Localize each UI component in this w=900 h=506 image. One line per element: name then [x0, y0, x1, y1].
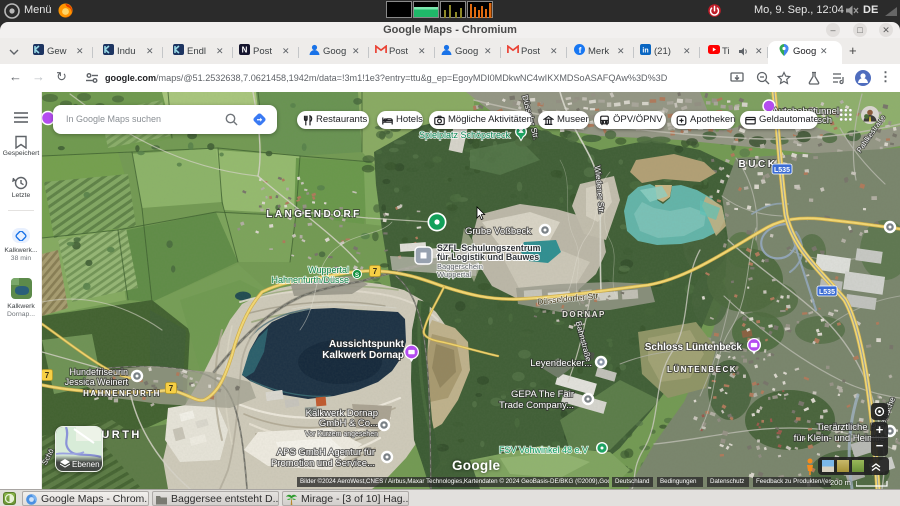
svg-text:Wuppertal: Wuppertal — [437, 270, 471, 279]
svg-text:Trade Company...: Trade Company... — [499, 400, 574, 411]
svg-text:7: 7 — [373, 267, 378, 276]
svg-text:DORNAP: DORNAP — [562, 310, 606, 319]
svg-text:Kalkwerk Dornap: Kalkwerk Dornap — [322, 350, 404, 361]
svg-text:7: 7 — [45, 371, 50, 380]
svg-text:Vor Kurzem angesehen: Vor Kurzem angesehen — [305, 431, 378, 438]
svg-text:7: 7 — [169, 384, 174, 393]
svg-text:GEPA The Fair: GEPA The Fair — [511, 389, 574, 400]
svg-text:L535: L535 — [774, 167, 790, 174]
svg-text:N: N — [242, 46, 248, 55]
svg-text:GmbH & Co...: GmbH & Co... — [319, 418, 378, 429]
svg-text:LÜNTENBECK: LÜNTENBECK — [667, 365, 737, 374]
svg-text:Spielplatz Schöpstreck: Spielplatz Schöpstreck — [419, 130, 511, 140]
svg-text:Leyendecker...: Leyendecker... — [530, 358, 592, 369]
svg-text:f: f — [579, 45, 582, 55]
svg-text:Aussichtspunkt: Aussichtspunkt — [329, 339, 405, 350]
svg-text:Wuppertal: Wuppertal — [308, 265, 349, 275]
svg-text:Promotion und Service...: Promotion und Service... — [271, 458, 375, 469]
svg-text:HAHNENFURTH: HAHNENFURTH — [83, 389, 161, 398]
svg-text:Hahnenfurth/Düsse: Hahnenfurth/Düsse — [271, 275, 349, 285]
svg-text:in: in — [642, 48, 648, 55]
svg-text:LANGENDORF: LANGENDORF — [266, 209, 362, 220]
svg-text:APS GmbH Agentur für: APS GmbH Agentur für — [277, 447, 375, 458]
svg-text:L535: L535 — [819, 289, 835, 296]
svg-text:FSV Vohwinkel 48 e.V: FSV Vohwinkel 48 e.V — [499, 445, 588, 455]
svg-text:Grube Voßbeck: Grube Voßbeck — [465, 226, 531, 237]
svg-text:Hundefriseurin: Hundefriseurin — [69, 367, 128, 377]
svg-text:Jessica Weinert: Jessica Weinert — [65, 377, 129, 387]
svg-text:Schloss Lüntenbeck: Schloss Lüntenbeck — [645, 342, 743, 353]
svg-text:S: S — [355, 272, 360, 279]
svg-text:für Logistik und Bauwes: für Logistik und Bauwes — [437, 252, 539, 262]
